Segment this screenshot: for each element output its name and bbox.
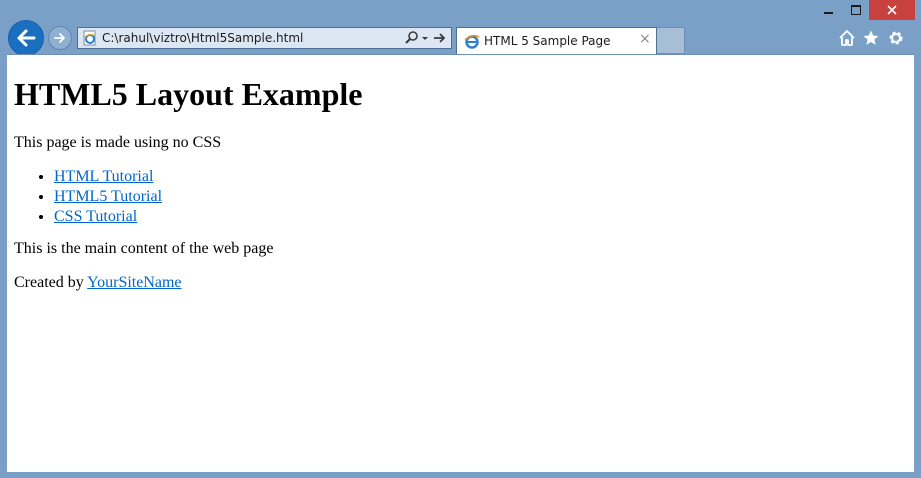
page-content-area: HTML5 Layout Example This page is made u…: [7, 54, 914, 472]
site-name-link[interactable]: YourSiteName: [87, 274, 181, 291]
intro-text: This page is made using no CSS: [14, 134, 222, 151]
maximize-button[interactable]: [842, 0, 869, 20]
close-icon[interactable]: ×: [639, 31, 651, 47]
go-arrow-icon[interactable]: [432, 30, 448, 46]
minimize-icon: [823, 12, 833, 14]
html5-tutorial-link[interactable]: HTML5 Tutorial: [54, 188, 162, 205]
main-content-text: This is the main content of the web page: [14, 240, 274, 257]
ie-page-icon: [464, 34, 480, 49]
forward-arrow-icon: [54, 33, 65, 43]
minimize-button[interactable]: [814, 0, 842, 20]
back-button[interactable]: [8, 20, 44, 56]
tab-html5-sample-page[interactable]: HTML 5 Sample Page ×: [456, 27, 657, 54]
gear-icon[interactable]: [886, 28, 906, 48]
list-item: HTML Tutorial: [54, 167, 162, 187]
list-item: CSS Tutorial: [54, 207, 162, 227]
html-tutorial-link[interactable]: HTML Tutorial: [54, 168, 153, 185]
address-text[interactable]: C:\rahul\viztro\Html5Sample.html: [102, 31, 303, 45]
close-button[interactable]: [869, 0, 915, 20]
css-tutorial-link[interactable]: CSS Tutorial: [54, 208, 137, 225]
forward-button[interactable]: [48, 26, 72, 50]
tab-title: HTML 5 Sample Page: [484, 34, 611, 48]
footer: Created by YourSiteName: [14, 274, 182, 292]
tutorial-list: HTML Tutorial HTML5 Tutorial CSS Tutoria…: [14, 167, 162, 227]
close-icon: [887, 5, 897, 15]
star-icon[interactable]: [861, 28, 881, 48]
back-arrow-icon: [17, 29, 36, 47]
address-bar[interactable]: C:\rahul\viztro\Html5Sample.html: [77, 27, 452, 49]
maximize-icon: [850, 5, 861, 15]
browser-window: C:\rahul\viztro\Html5Sample.html HTML 5 …: [0, 0, 921, 478]
ie-page-icon: [83, 30, 96, 46]
footer-prefix: Created by: [14, 274, 84, 291]
search-icon[interactable]: [404, 30, 420, 46]
dropdown-icon[interactable]: [420, 30, 430, 46]
new-tab-button[interactable]: [657, 27, 685, 54]
home-icon[interactable]: [837, 28, 857, 48]
list-item: HTML5 Tutorial: [54, 187, 162, 207]
page-title: HTML5 Layout Example: [14, 76, 363, 112]
